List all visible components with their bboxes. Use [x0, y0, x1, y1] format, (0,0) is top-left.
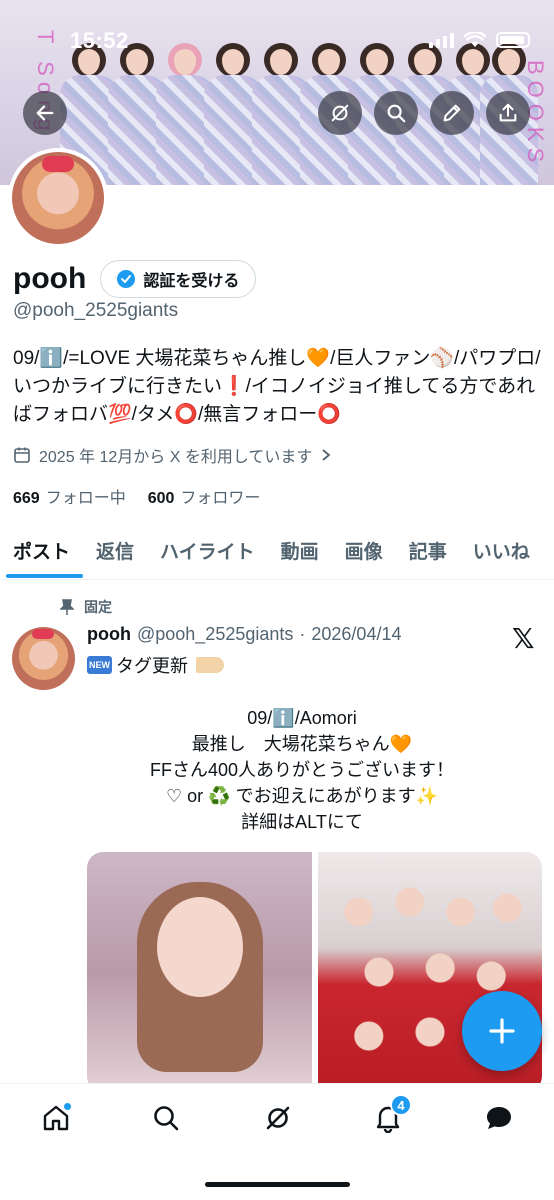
profile-name-row: pooh 認証を受ける	[13, 260, 257, 298]
tab-posts[interactable]: ポスト	[0, 522, 84, 578]
search-icon	[387, 104, 406, 123]
post-author-avatar[interactable]	[12, 627, 75, 690]
nav-search[interactable]	[146, 1098, 186, 1138]
post-date[interactable]: 2026/04/14	[311, 624, 401, 645]
pin-icon	[60, 599, 74, 615]
grok-icon	[266, 1106, 290, 1130]
following-link[interactable]: 669 フォロー中	[13, 484, 126, 508]
tab-highlights[interactable]: ハイライト	[147, 522, 268, 578]
verified-badge-icon	[117, 270, 136, 288]
battery-icon	[496, 32, 530, 48]
following-count: 669	[13, 490, 40, 507]
chevron-right-icon	[322, 449, 331, 461]
post-tag-text: タグ更新	[116, 656, 188, 676]
messages-icon	[487, 1107, 511, 1129]
joined-label: 2025 年 12月から X を利用しています	[39, 449, 313, 466]
post-body-line: 最推し 大場花菜ちゃん🧡	[191, 734, 413, 754]
post-body-line: ♡ or ♻️ でお迎えにあがります✨	[166, 786, 438, 806]
joined-date[interactable]: 2025 年 12月から X を利用しています	[13, 443, 332, 467]
followers-count: 600	[147, 490, 175, 507]
get-verified-label: 認証を受ける	[143, 273, 240, 290]
status-time: 15:52	[70, 28, 129, 53]
new-badge: NEW	[87, 656, 112, 674]
home-indicator	[205, 1182, 350, 1187]
post-photo-1[interactable]	[87, 852, 312, 1092]
nav-grok[interactable]	[258, 1098, 298, 1138]
nav-home[interactable]	[36, 1098, 76, 1138]
post-first-line: NEW タグ更新	[87, 652, 224, 678]
tab-photos[interactable]: 画像	[332, 522, 396, 578]
x-logo-icon: 𝕏	[512, 623, 535, 654]
nav-messages[interactable]	[479, 1098, 519, 1138]
calendar-icon	[14, 447, 30, 463]
post-separator: ·	[299, 624, 306, 644]
cellular-signal-icon	[429, 32, 454, 48]
profile-name: pooh	[13, 262, 87, 295]
post-body-line: FFさん400人ありがとうございます！	[149, 760, 455, 780]
get-verified-button[interactable]: 認証を受ける	[100, 260, 257, 298]
tab-videos[interactable]: 動画	[268, 522, 332, 578]
notification-count-badge: 4	[390, 1094, 412, 1116]
edit-icon	[443, 104, 461, 122]
pinned-label: 固定	[84, 599, 112, 615]
search-button[interactable]	[374, 91, 418, 135]
avatar-image	[12, 152, 104, 244]
profile-avatar[interactable]	[8, 148, 108, 248]
tag-icon	[196, 657, 224, 673]
nav-notifications[interactable]: 4	[368, 1094, 412, 1138]
profile-bio: 09/ℹ️/=LOVE 大場花菜ちゃん推し🧡/巨人ファン⚾/パワプロ/いつかライ…	[13, 348, 541, 425]
followers-label: フォロワー	[180, 490, 261, 507]
profile-handle: @pooh_2525giants	[13, 300, 179, 321]
home-unread-dot	[63, 1102, 72, 1111]
pinned-indicator: 固定	[60, 597, 112, 617]
tab-replies[interactable]: 返信	[83, 522, 147, 578]
share-icon	[499, 103, 517, 122]
follow-stats: 669 フォロー中 600 フォロワー	[13, 484, 260, 508]
edit-profile-button[interactable]	[430, 91, 474, 135]
profile-tabs: ポスト 返信 ハイライト 動画 画像 記事 いいね	[0, 522, 554, 580]
tab-articles[interactable]: 記事	[396, 522, 460, 578]
tab-likes[interactable]: いいね	[460, 522, 543, 578]
back-icon	[36, 105, 54, 121]
status-icons	[429, 32, 530, 48]
post-author-handle[interactable]: @pooh_2525giants	[137, 624, 293, 645]
post-body-line: 詳細はALTにて	[241, 812, 363, 832]
post-author-name[interactable]: pooh	[87, 624, 131, 645]
plus-icon	[489, 1018, 515, 1044]
grok-icon	[331, 104, 349, 122]
wifi-icon	[464, 32, 486, 47]
back-button[interactable]	[23, 91, 67, 135]
share-button[interactable]	[486, 91, 530, 135]
post-header: pooh @pooh_2525giants · 2026/04/14	[87, 624, 401, 645]
grok-button[interactable]	[318, 91, 362, 135]
following-label: フォロー中	[45, 490, 126, 507]
compose-button[interactable]	[462, 991, 542, 1071]
post-body: 09/ℹ️/Aomori 最推し 大場花菜ちゃん🧡 FFさん400人ありがとうご…	[87, 705, 517, 835]
followers-link[interactable]: 600 フォロワー	[148, 484, 261, 508]
search-icon	[154, 1106, 179, 1131]
post-body-line: 09/ℹ️/Aomori	[247, 708, 357, 728]
